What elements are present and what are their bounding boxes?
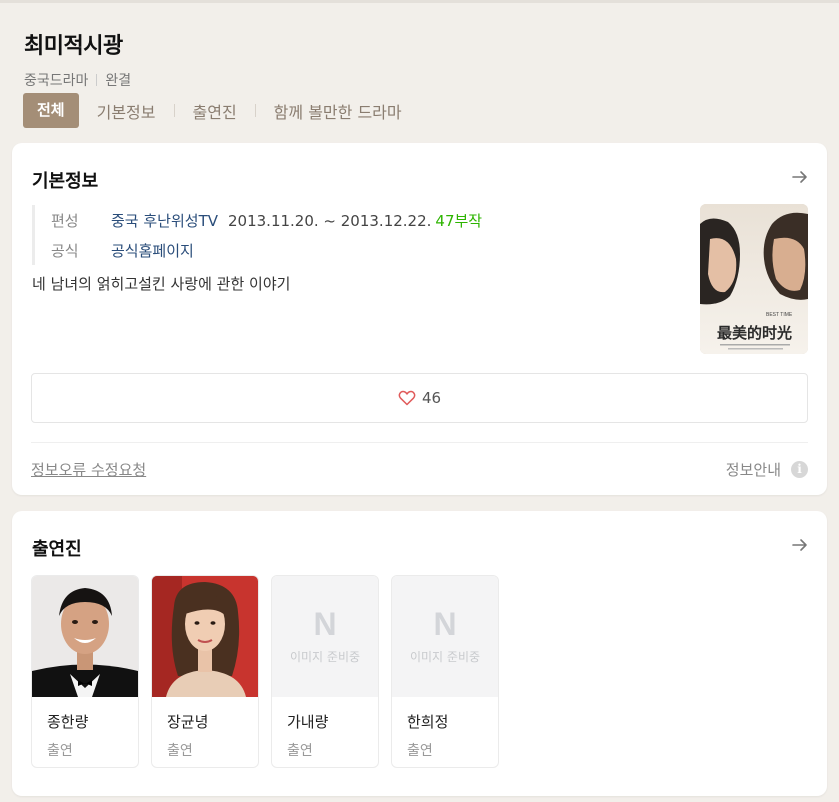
tab-recommended[interactable]: 함께 볼만한 드라마 bbox=[274, 99, 402, 123]
episode-count: 47부작 bbox=[435, 211, 483, 230]
tab-bar: 전체 기본정보 출연진 함께 볼만한 드라마 bbox=[23, 93, 402, 128]
page-header: 최미적시광 중국드라마 완결 bbox=[24, 28, 814, 90]
official-homepage-link[interactable]: 공식홈페이지 bbox=[111, 242, 194, 260]
meta-divider bbox=[96, 74, 98, 86]
cast-member[interactable]: 장균녕 출연 bbox=[151, 575, 259, 768]
image-placeholder: N 이미지 준비중 bbox=[272, 576, 378, 697]
tab-all[interactable]: 전체 bbox=[23, 93, 79, 128]
like-count: 46 bbox=[421, 389, 442, 407]
info-value: 중국 후난위성TV 2013.11.20. ~ 2013.12.22. 47부작 bbox=[111, 210, 482, 231]
cast-name: 한희정 bbox=[407, 713, 449, 731]
like-button[interactable]: 46 bbox=[31, 373, 808, 423]
naver-n-icon: N bbox=[433, 606, 457, 642]
report-error-link[interactable]: 정보오류 수정요청 bbox=[31, 459, 146, 480]
info-row-broadcast: 편성 중국 후난위성TV 2013.11.20. ~ 2013.12.22. 47부… bbox=[51, 205, 482, 235]
info-row-official: 공식 공식홈페이지 bbox=[51, 235, 482, 265]
tab-basic-info[interactable]: 기본정보 bbox=[97, 99, 156, 123]
tab-divider bbox=[254, 104, 256, 117]
poster-image[interactable]: BEST TIME 最美的时光 bbox=[700, 204, 808, 354]
basic-info-title: 기본정보 bbox=[32, 171, 99, 192]
cast-photo bbox=[32, 576, 138, 697]
info-icon: i bbox=[791, 461, 808, 478]
info-list: 편성 중국 후난위성TV 2013.11.20. ~ 2013.12.22. 47부… bbox=[32, 205, 482, 265]
image-placeholder: N 이미지 준비중 bbox=[392, 576, 498, 697]
info-guide-button[interactable]: 정보안내 i bbox=[726, 459, 808, 480]
top-border bbox=[0, 0, 839, 3]
synopsis: 네 남녀의 얽히고설킨 사랑에 관한 이야기 bbox=[32, 275, 291, 293]
cast-photo bbox=[152, 576, 258, 697]
heart-icon bbox=[398, 390, 416, 406]
naver-n-icon: N bbox=[313, 606, 337, 642]
category-label: 중국드라마 bbox=[24, 73, 89, 89]
card-divider bbox=[31, 442, 808, 443]
cast-card: 출연진 종한량 출연 장균녕 출연 N 이미지 준비중 가내량 출연 N 이미지… bbox=[12, 511, 827, 796]
tab-divider bbox=[173, 104, 175, 117]
cast-role: 출연 bbox=[287, 743, 313, 759]
basic-info-card: 기본정보 편성 중국 후난위성TV 2013.11.20. ~ 2013.12.2… bbox=[12, 143, 827, 495]
cast-name: 종한량 bbox=[47, 713, 89, 731]
cast-title: 출연진 bbox=[32, 539, 82, 560]
cast-role: 출연 bbox=[47, 743, 73, 759]
cast-role: 출연 bbox=[407, 743, 433, 759]
cast-role: 출연 bbox=[167, 743, 193, 759]
info-value: 공식홈페이지 bbox=[111, 240, 194, 261]
status-label: 완결 bbox=[105, 73, 132, 89]
cast-list: 종한량 출연 장균녕 출연 N 이미지 준비중 가내량 출연 N 이미지 준비중… bbox=[31, 575, 511, 768]
arrow-right-icon[interactable] bbox=[791, 168, 809, 186]
channel-link[interactable]: 중국 후난위성TV bbox=[111, 212, 218, 230]
arrow-right-icon[interactable] bbox=[791, 536, 809, 554]
cast-member[interactable]: N 이미지 준비중 한희정 출연 bbox=[391, 575, 499, 768]
info-label: 편성 bbox=[51, 211, 79, 230]
poster-subtitle: BEST TIME bbox=[766, 312, 793, 318]
cast-name: 장균녕 bbox=[167, 713, 209, 731]
info-label: 공식 bbox=[51, 241, 79, 260]
cast-name: 가내량 bbox=[287, 713, 329, 731]
poster-title: 最美的时光 bbox=[717, 324, 792, 342]
info-guide-label: 정보안내 bbox=[725, 461, 781, 479]
tab-cast[interactable]: 출연진 bbox=[193, 99, 237, 123]
broadcast-dates: 2013.11.20. ~ 2013.12.22. bbox=[228, 211, 432, 230]
page-title: 최미적시광 bbox=[24, 34, 123, 59]
drama-meta: 중국드라마 완결 bbox=[24, 70, 814, 90]
placeholder-text: 이미지 준비중 bbox=[409, 650, 481, 664]
placeholder-text: 이미지 준비중 bbox=[289, 650, 361, 664]
cast-member[interactable]: 종한량 출연 bbox=[31, 575, 139, 768]
cast-member[interactable]: N 이미지 준비중 가내량 출연 bbox=[271, 575, 379, 768]
